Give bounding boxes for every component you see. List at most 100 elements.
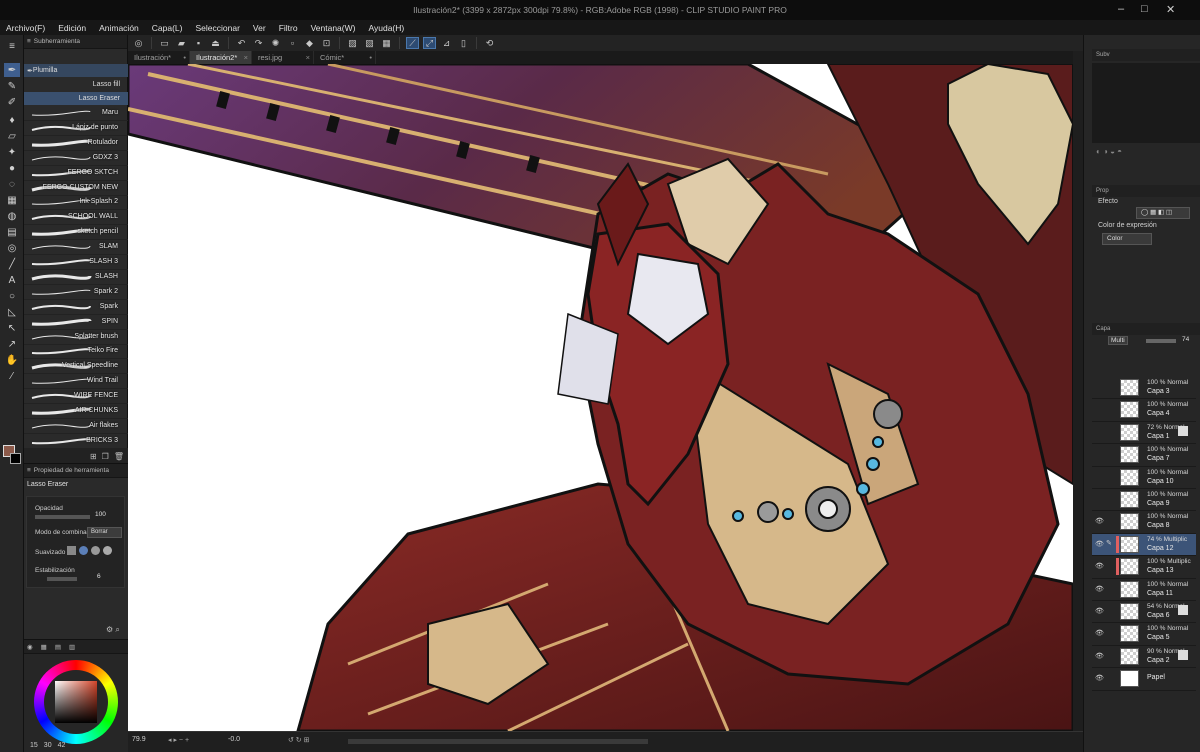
menu-seleccionar[interactable]: Seleccionar — [196, 23, 240, 33]
menu-animacion[interactable]: Animación — [99, 23, 139, 33]
canvas[interactable] — [128, 64, 1073, 731]
brush-item[interactable]: Spark 2 — [24, 285, 128, 300]
panel-menu-icon[interactable]: ≡ — [27, 38, 31, 45]
property-tab[interactable]: Prop — [1096, 188, 1109, 194]
tab-comic[interactable]: Cómic* • — [314, 51, 376, 64]
invert-selection-icon[interactable]: ▧ — [363, 37, 376, 49]
effect-options-icon[interactable]: ◯ ▦ ◧ ◫ — [1136, 207, 1190, 219]
airbrush-tool-icon[interactable]: ♦ — [4, 113, 20, 127]
tab-resi[interactable]: resi.jpg × — [252, 51, 314, 64]
intermediate-color-tab-icon[interactable]: ▥ — [69, 643, 75, 651]
brush-item[interactable]: Air flakes — [24, 419, 128, 434]
visibility-icon[interactable]: 👁 — [1095, 517, 1104, 525]
subtool-group-plumilla[interactable]: ✒ Plumilla — [24, 64, 128, 77]
pen-tool-icon[interactable]: ✒ — [4, 63, 20, 77]
layer-row[interactable]: 100 % Normal Capa 3 — [1092, 377, 1196, 400]
snap-ruler-icon[interactable]: ⟋ — [406, 37, 419, 49]
color-wheel[interactable] — [34, 660, 118, 744]
subtool-group-lasso-eraser[interactable]: Lasso Eraser — [24, 92, 128, 105]
property-settings-icon[interactable]: ⚙ ⌕ — [106, 625, 120, 635]
clip-studio-icon[interactable]: ◎ — [132, 37, 145, 49]
lasso-tool-icon[interactable]: ◌ — [4, 177, 20, 191]
layer-row[interactable]: 👁 90 % Normal Capa 2 — [1092, 646, 1196, 669]
brush-item[interactable]: AIR CHUNKS — [24, 404, 128, 419]
visibility-icon[interactable]: 👁 — [1095, 540, 1104, 548]
brush-item[interactable]: GDXZ 3 — [24, 151, 128, 166]
hand-tool-icon[interactable]: ✋ — [4, 353, 20, 367]
correct-line-tool-icon[interactable]: ↖ — [4, 321, 20, 335]
layer-blend-dropdown[interactable]: Multi — [1108, 336, 1128, 345]
layer-row[interactable]: 👁 Papel — [1092, 668, 1196, 691]
deselect-icon[interactable]: ▨ — [346, 37, 359, 49]
gradient-tool-icon[interactable]: ▤ — [4, 225, 20, 239]
smoothing-strong-icon[interactable] — [103, 546, 112, 555]
expression-color-dropdown[interactable]: Color — [1102, 233, 1152, 245]
opacity-slider[interactable] — [35, 515, 90, 519]
stabilization-value[interactable]: 6 — [97, 573, 101, 580]
layer-tab[interactable]: Capa — [1096, 326, 1110, 332]
rotation-value[interactable]: -0.0 — [228, 736, 240, 743]
brush-item[interactable]: WIRE FENCE — [24, 389, 128, 405]
menu-archivo[interactable]: Archivo(F) — [6, 23, 45, 33]
menu-ver[interactable]: Ver — [253, 23, 266, 33]
visibility-icon[interactable]: 👁 — [1095, 652, 1104, 660]
brush-item[interactable]: Rotulador — [24, 136, 128, 151]
pencil-tool-icon[interactable]: ✎ — [4, 79, 20, 93]
minimize-icon[interactable]: – — [1118, 3, 1124, 15]
new-file-icon[interactable]: ▭ — [158, 37, 171, 49]
menu-edicion[interactable]: Edición — [58, 23, 86, 33]
layer-opacity-value[interactable]: 74 — [1182, 336, 1189, 343]
navigator-preview[interactable] — [1092, 63, 1200, 143]
blend-mode-dropdown[interactable]: Borrar — [87, 527, 122, 538]
copy-subtool-icon[interactable]: ❐ — [102, 452, 109, 461]
fill-tool-icon[interactable]: ◍ — [4, 209, 20, 223]
open-folder-icon[interactable]: ▰ — [175, 37, 188, 49]
snap-special-ruler-icon[interactable]: ⤢ — [423, 37, 436, 49]
visibility-icon[interactable]: 👁 — [1095, 585, 1104, 593]
add-subtool-icon[interactable]: ⊞ — [90, 452, 97, 461]
brush-item[interactable]: SLAM — [24, 240, 128, 256]
save-icon[interactable]: ▪ — [192, 37, 205, 49]
brush-item[interactable]: Splatter brush — [24, 330, 128, 345]
maximize-icon[interactable]: □ — [1141, 3, 1148, 15]
brush-item[interactable]: Lápiz de punto — [24, 121, 128, 136]
close-icon[interactable]: ✕ — [1166, 3, 1175, 16]
device-icon[interactable]: ▯ — [457, 37, 470, 49]
transform-icon[interactable]: ⊡ — [320, 37, 333, 49]
clear-icon[interactable]: ▫ — [286, 37, 299, 49]
layer-row[interactable]: 100 % Normal Capa 10 — [1092, 467, 1196, 489]
visibility-icon[interactable]: 👁 — [1095, 629, 1104, 637]
export-icon[interactable]: ⏏ — [209, 37, 222, 49]
zoom-value[interactable]: 79.9 — [132, 736, 146, 743]
brush-item[interactable]: FERGO SKTCH — [24, 166, 128, 181]
menu-filtro[interactable]: Filtro — [279, 23, 298, 33]
brush-item[interactable]: sketch pencil — [24, 225, 128, 241]
rotate-view-icon[interactable]: ⟲ — [483, 37, 496, 49]
menu-ventana[interactable]: Ventana(W) — [311, 23, 356, 33]
brush-item[interactable]: Teiko Fire — [24, 344, 128, 360]
brush-item[interactable]: Spark — [24, 300, 128, 315]
sub-color-swatch[interactable] — [10, 453, 21, 464]
panel-menu-icon[interactable]: ≡ — [27, 467, 31, 474]
text-tool-icon[interactable]: A — [4, 273, 20, 287]
color-set-tab-icon[interactable]: ▦ — [41, 643, 47, 651]
visibility-icon[interactable]: 👁 — [1095, 674, 1104, 682]
smoothing-none-icon[interactable] — [67, 546, 76, 555]
navigator-controls-icon[interactable]: ◐ ◑ ◒ ◓ — [1096, 147, 1196, 177]
decoration-tool-icon[interactable]: ✦ — [4, 145, 20, 159]
brush-item[interactable]: SLASH 3 — [24, 255, 128, 270]
eyedropper-tool-icon[interactable]: ⁄ — [4, 369, 20, 383]
figure-tool-icon[interactable]: ◎ — [4, 241, 20, 255]
tool-menu-icon[interactable]: ≡ — [4, 39, 20, 53]
loading-icon[interactable]: ✺ — [269, 37, 282, 49]
subtool-group-lasso-fill[interactable]: Lasso fill — [24, 78, 128, 91]
line-tool-icon[interactable]: ╱ — [4, 257, 20, 271]
frame-tool-icon[interactable]: ▦ — [4, 193, 20, 207]
layer-row[interactable]: 👁 100 % Multiplic Capa 13 — [1092, 556, 1196, 579]
tab-ilustracion2[interactable]: Ilustración2* × — [190, 51, 252, 64]
smoothing-weak-icon[interactable] — [79, 546, 88, 555]
menu-ayuda[interactable]: Ayuda(H) — [368, 23, 404, 33]
stabilization-slider[interactable] — [47, 577, 77, 581]
layer-row[interactable]: 👁 100 % Normal Capa 11 — [1092, 579, 1196, 601]
visibility-icon[interactable]: 👁 — [1095, 607, 1104, 615]
